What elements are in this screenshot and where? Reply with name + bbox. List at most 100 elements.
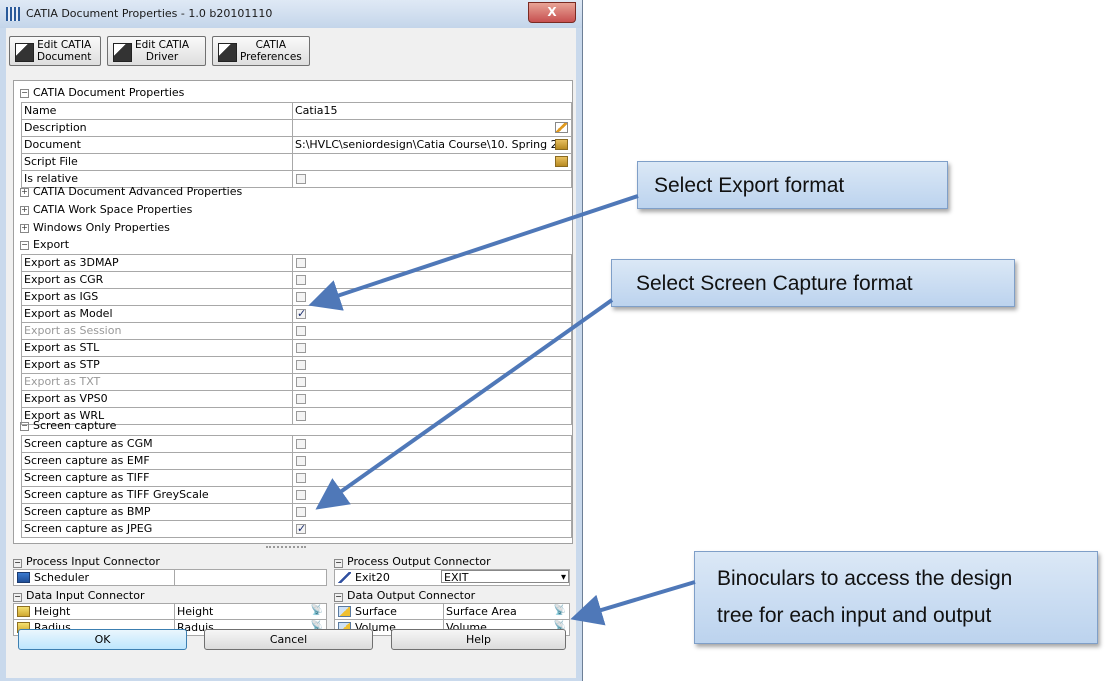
section-document-properties[interactable]: − CATIA Document Properties bbox=[20, 85, 184, 101]
export-row[interactable]: Export as Session bbox=[22, 323, 572, 340]
property-value[interactable] bbox=[293, 391, 572, 407]
checkbox[interactable] bbox=[296, 306, 306, 322]
checkbox[interactable] bbox=[296, 275, 306, 285]
checkbox[interactable] bbox=[296, 394, 306, 404]
property-value[interactable] bbox=[293, 374, 572, 390]
collapse-icon[interactable]: − bbox=[334, 593, 343, 602]
checkbox[interactable] bbox=[296, 343, 306, 353]
section-export[interactable]: − Export bbox=[20, 237, 69, 253]
property-value[interactable] bbox=[293, 357, 572, 373]
edit-catia-document-button[interactable]: Edit CATIA Document bbox=[9, 36, 101, 66]
property-row[interactable]: Script File bbox=[22, 154, 572, 171]
connector-row[interactable]: Scheduler bbox=[13, 569, 327, 586]
section-windows-only[interactable]: + Windows Only Properties bbox=[20, 220, 170, 236]
property-value[interactable] bbox=[293, 272, 572, 288]
export-row[interactable]: Export as CGR bbox=[22, 272, 572, 289]
section-workspace-properties[interactable]: + CATIA Work Space Properties bbox=[20, 202, 192, 218]
screen-capture-row[interactable]: Screen capture as TIFF bbox=[22, 470, 572, 487]
folder-icon[interactable] bbox=[555, 156, 568, 167]
collapse-icon[interactable]: − bbox=[334, 559, 343, 568]
export-row[interactable]: Export as TXT bbox=[22, 374, 572, 391]
collapse-icon[interactable]: − bbox=[20, 422, 29, 431]
help-button[interactable]: Help bbox=[391, 629, 566, 650]
property-value[interactable] bbox=[293, 289, 572, 305]
title-bar[interactable]: CATIA Document Properties - 1.0 b2010111… bbox=[0, 0, 582, 28]
binoculars-icon[interactable]: 📡 bbox=[311, 606, 323, 616]
property-value[interactable] bbox=[293, 323, 572, 339]
exit-dropdown[interactable]: EXIT bbox=[441, 570, 569, 584]
checkbox[interactable] bbox=[296, 174, 306, 184]
screen-capture-row[interactable]: Screen capture as TIFF GreyScale bbox=[22, 487, 572, 504]
connector-row[interactable]: Exit20 EXIT bbox=[334, 569, 570, 586]
checkbox[interactable] bbox=[296, 456, 306, 466]
property-value[interactable] bbox=[293, 504, 572, 520]
screen-capture-row[interactable]: Screen capture as BMP bbox=[22, 504, 572, 521]
binoculars-icon[interactable]: 📡 bbox=[554, 606, 566, 616]
connector-value[interactable]: Height bbox=[174, 604, 328, 619]
edit-catia-driver-button[interactable]: Edit CATIA Driver bbox=[107, 36, 206, 66]
collapse-icon[interactable]: − bbox=[20, 89, 29, 98]
property-value[interactable] bbox=[293, 340, 572, 356]
section-screen-capture[interactable]: − Screen capture bbox=[20, 418, 116, 434]
property-value[interactable] bbox=[293, 306, 572, 322]
edit-icon[interactable] bbox=[555, 122, 568, 133]
ok-button[interactable]: OK bbox=[18, 629, 187, 650]
property-value[interactable] bbox=[293, 408, 572, 424]
panel-splitter[interactable] bbox=[266, 546, 306, 550]
checkbox[interactable] bbox=[296, 473, 306, 483]
export-row[interactable]: Export as IGS bbox=[22, 289, 572, 306]
export-row[interactable]: Export as Model bbox=[22, 306, 572, 323]
property-value[interactable] bbox=[293, 120, 572, 136]
property-value[interactable] bbox=[293, 436, 572, 452]
property-value[interactable] bbox=[293, 154, 572, 170]
connector-row[interactable]: Height Height 📡 bbox=[13, 603, 327, 620]
property-value[interactable]: S:\HVLC\seniordesign\Catia Course\10. Sp… bbox=[293, 137, 572, 153]
checkbox[interactable] bbox=[296, 292, 306, 302]
property-key: Description bbox=[22, 120, 293, 136]
property-key: Screen capture as EMF bbox=[22, 453, 293, 469]
screen-capture-row[interactable]: Screen capture as JPEG bbox=[22, 521, 572, 538]
property-row[interactable]: Name Catia15 bbox=[22, 103, 572, 120]
export-row[interactable]: Export as VPS0 bbox=[22, 391, 572, 408]
checkbox[interactable] bbox=[296, 521, 306, 537]
checkbox[interactable] bbox=[296, 411, 306, 421]
property-key: Export as STP bbox=[22, 357, 293, 373]
property-value[interactable] bbox=[293, 255, 572, 271]
screen-capture-row[interactable]: Screen capture as EMF bbox=[22, 453, 572, 470]
property-key: Export as Session bbox=[22, 323, 293, 339]
property-value[interactable] bbox=[293, 521, 572, 537]
export-row[interactable]: Export as STP bbox=[22, 357, 572, 374]
export-row[interactable]: Export as 3DMAP bbox=[22, 255, 572, 272]
close-button[interactable]: X bbox=[528, 2, 576, 23]
checkbox[interactable] bbox=[296, 377, 306, 387]
property-value[interactable] bbox=[293, 453, 572, 469]
section-advanced-properties[interactable]: + CATIA Document Advanced Properties bbox=[20, 184, 242, 200]
expand-icon[interactable]: + bbox=[20, 224, 29, 233]
expand-icon[interactable]: + bbox=[20, 206, 29, 215]
collapse-icon[interactable]: − bbox=[13, 593, 22, 602]
property-row[interactable]: Description bbox=[22, 120, 572, 137]
checkbox[interactable] bbox=[296, 507, 306, 517]
property-row[interactable]: Document S:\HVLC\seniordesign\Catia Cours… bbox=[22, 137, 572, 154]
connector-value[interactable]: Surface Area bbox=[443, 604, 571, 619]
property-value[interactable] bbox=[293, 470, 572, 486]
cancel-button[interactable]: Cancel bbox=[204, 629, 373, 650]
property-value[interactable]: Catia15 bbox=[293, 103, 572, 119]
connector-value[interactable] bbox=[174, 570, 328, 585]
property-value[interactable] bbox=[293, 171, 572, 187]
checkbox[interactable] bbox=[296, 360, 306, 370]
expand-icon[interactable]: + bbox=[20, 188, 29, 197]
folder-icon[interactable] bbox=[555, 139, 568, 150]
checkbox[interactable] bbox=[296, 490, 306, 500]
property-key: Screen capture as JPEG bbox=[22, 521, 293, 537]
collapse-icon[interactable]: − bbox=[13, 559, 22, 568]
screen-capture-row[interactable]: Screen capture as CGM bbox=[22, 436, 572, 453]
checkbox[interactable] bbox=[296, 326, 306, 336]
collapse-icon[interactable]: − bbox=[20, 241, 29, 250]
checkbox[interactable] bbox=[296, 258, 306, 268]
checkbox[interactable] bbox=[296, 439, 306, 449]
export-row[interactable]: Export as STL bbox=[22, 340, 572, 357]
property-value[interactable] bbox=[293, 487, 572, 503]
catia-preferences-button[interactable]: CATIA Preferences bbox=[212, 36, 310, 66]
connector-row[interactable]: Surface Surface Area 📡 bbox=[334, 603, 570, 620]
